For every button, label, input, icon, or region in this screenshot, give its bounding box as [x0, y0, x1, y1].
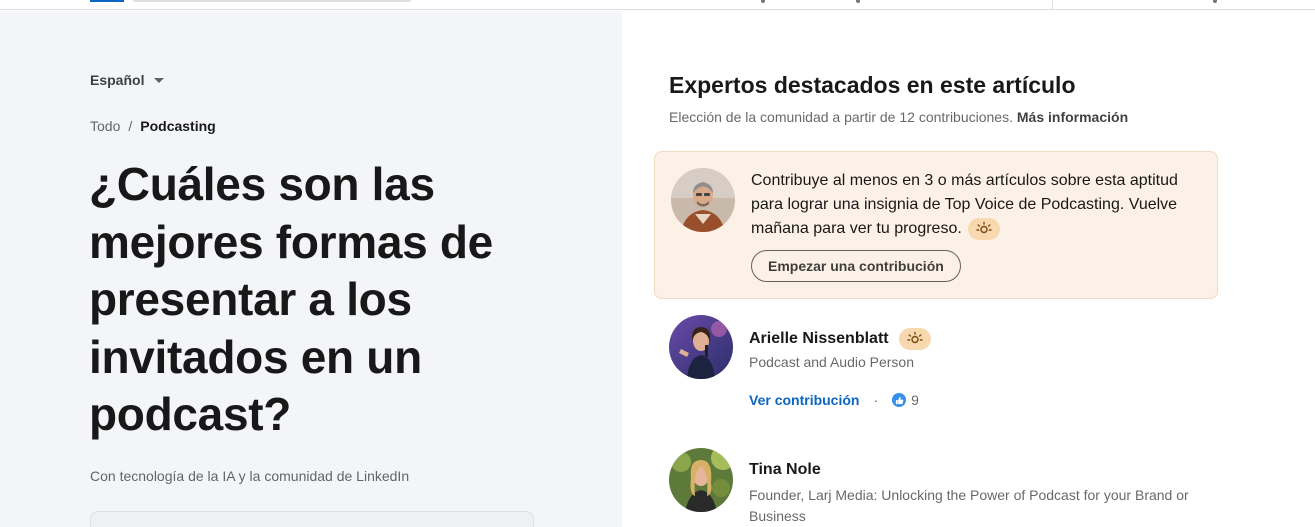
expert-actions: Ver contribución · 9 [749, 392, 919, 408]
like-icon [892, 393, 907, 407]
nav-item-fragment[interactable] [761, 0, 765, 3]
article-header-column: Español Todo / Podcasting ¿Cuáles son la… [0, 11, 622, 527]
nav-item-fragment[interactable] [856, 0, 860, 3]
expert-name-text[interactable]: Arielle Nissenblatt [749, 330, 889, 348]
caret-down-icon [154, 78, 165, 83]
nav-divider [1052, 0, 1053, 10]
experts-heading: Expertos destacados en este artículo [669, 72, 1076, 98]
search-input[interactable] [133, 0, 411, 2]
start-contribution-button[interactable]: Empezar una contribución [751, 250, 961, 282]
expert-headline: Podcast and Audio Person [749, 354, 915, 370]
user-avatar [671, 168, 735, 232]
expert-headline: Founder, Larj Media: Unlocking the Power… [749, 487, 1189, 524]
language-label: Español [90, 72, 145, 88]
contribution-promo-card: Contribuye al menos en 3 o más artículos… [654, 151, 1218, 299]
expert-avatar[interactable] [669, 448, 733, 512]
promo-text: Contribuye al menos en 3 o más artículos… [751, 172, 1178, 237]
breadcrumb-separator: / [128, 118, 133, 134]
expert-name-text[interactable]: Tina Nole [749, 461, 821, 479]
expert-avatar[interactable] [669, 315, 733, 379]
experts-subheading-text: Elección de la comunidad a partir de 12 … [669, 109, 1013, 125]
breadcrumb-root-link[interactable]: Todo [90, 118, 120, 134]
more-info-link[interactable]: Más información [1017, 109, 1128, 125]
experts-subheading: Elección de la comunidad a partir de 12 … [669, 109, 1128, 125]
expert-name: Tina Nole [749, 461, 821, 479]
nav-item-fragment[interactable] [1213, 0, 1217, 3]
separator-dot: · [873, 392, 879, 408]
top-experts-section: Expertos destacados en este artículo Ele… [622, 11, 1315, 527]
language-selector[interactable]: Español [90, 72, 165, 88]
linkedin-logo[interactable] [90, 0, 124, 2]
expert-name: Arielle Nissenblatt [749, 328, 931, 350]
top-voice-badge-icon [968, 217, 1001, 240]
view-contribution-link[interactable]: Ver contribución [749, 392, 859, 408]
article-summary-panel [90, 511, 534, 527]
top-nav-bar [0, 0, 1315, 10]
breadcrumb-current: Podcasting [140, 118, 216, 134]
expert-card: Tina Nole Founder, Larj Media: Unlocking… [669, 448, 1229, 527]
promo-message: Contribuye al menos en 3 o más artículos… [751, 169, 1211, 241]
reactions-count[interactable]: 9 [892, 392, 919, 408]
powered-by-text: Con tecnología de la IA y la comunidad d… [90, 468, 410, 484]
reactions-number: 9 [911, 392, 919, 408]
breadcrumb: Todo / Podcasting [90, 118, 216, 134]
expert-card: Arielle Nissenblatt Podcast and Audio Pe… [669, 315, 1229, 425]
page-title: ¿Cuáles son las mejores formas de presen… [89, 158, 493, 440]
top-voice-badge-icon [898, 328, 931, 350]
